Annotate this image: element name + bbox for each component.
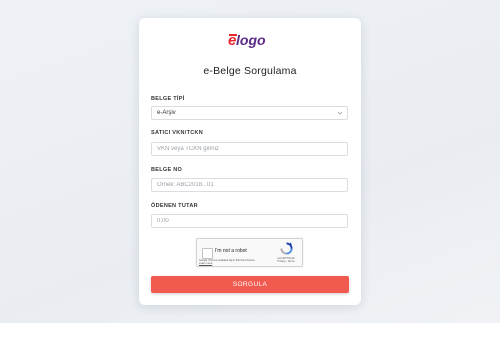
sorgula-button[interactable]: SORGULA	[151, 276, 349, 293]
recaptcha-label: I'm not a robot	[215, 248, 247, 254]
vkn-label: SATICI VKN/TCKN	[151, 130, 204, 136]
tutar-input[interactable]	[151, 214, 348, 228]
belge-no-input[interactable]	[151, 178, 348, 192]
elogo-logo: e logo	[139, 32, 361, 50]
vkn-input[interactable]	[151, 142, 348, 156]
belge-tipi-select[interactable]: e-Arşiv	[151, 106, 348, 120]
belge-tipi-label: BELGE TİPİ	[151, 96, 185, 102]
elogo-logo-icon: e logo	[228, 32, 266, 48]
belge-tipi-value: e-Arşiv	[157, 110, 176, 116]
svg-text:logo: logo	[236, 32, 266, 48]
page-title: e-Belge Sorgulama	[203, 65, 297, 77]
page-footer-band	[0, 323, 500, 348]
recaptcha-learn-more-link[interactable]: Learn more	[199, 262, 269, 265]
recaptcha-checkbox[interactable]	[202, 248, 213, 259]
tutar-label: ÖDENEN TUTAR	[151, 203, 198, 209]
query-card: e logo e-Belge Sorgulama BELGE TİPİ e-Ar…	[139, 18, 361, 305]
recaptcha-icon	[280, 242, 293, 255]
chevron-down-icon	[337, 111, 343, 115]
recaptcha-terms-link[interactable]: Privacy - Terms	[275, 260, 297, 263]
recaptcha-widget: I'm not a robot Google Chrome outdated d…	[196, 238, 303, 267]
belge-no-label: BELGE NO	[151, 167, 183, 173]
recaptcha-note: Google Chrome outdated dig in first this…	[199, 259, 269, 265]
